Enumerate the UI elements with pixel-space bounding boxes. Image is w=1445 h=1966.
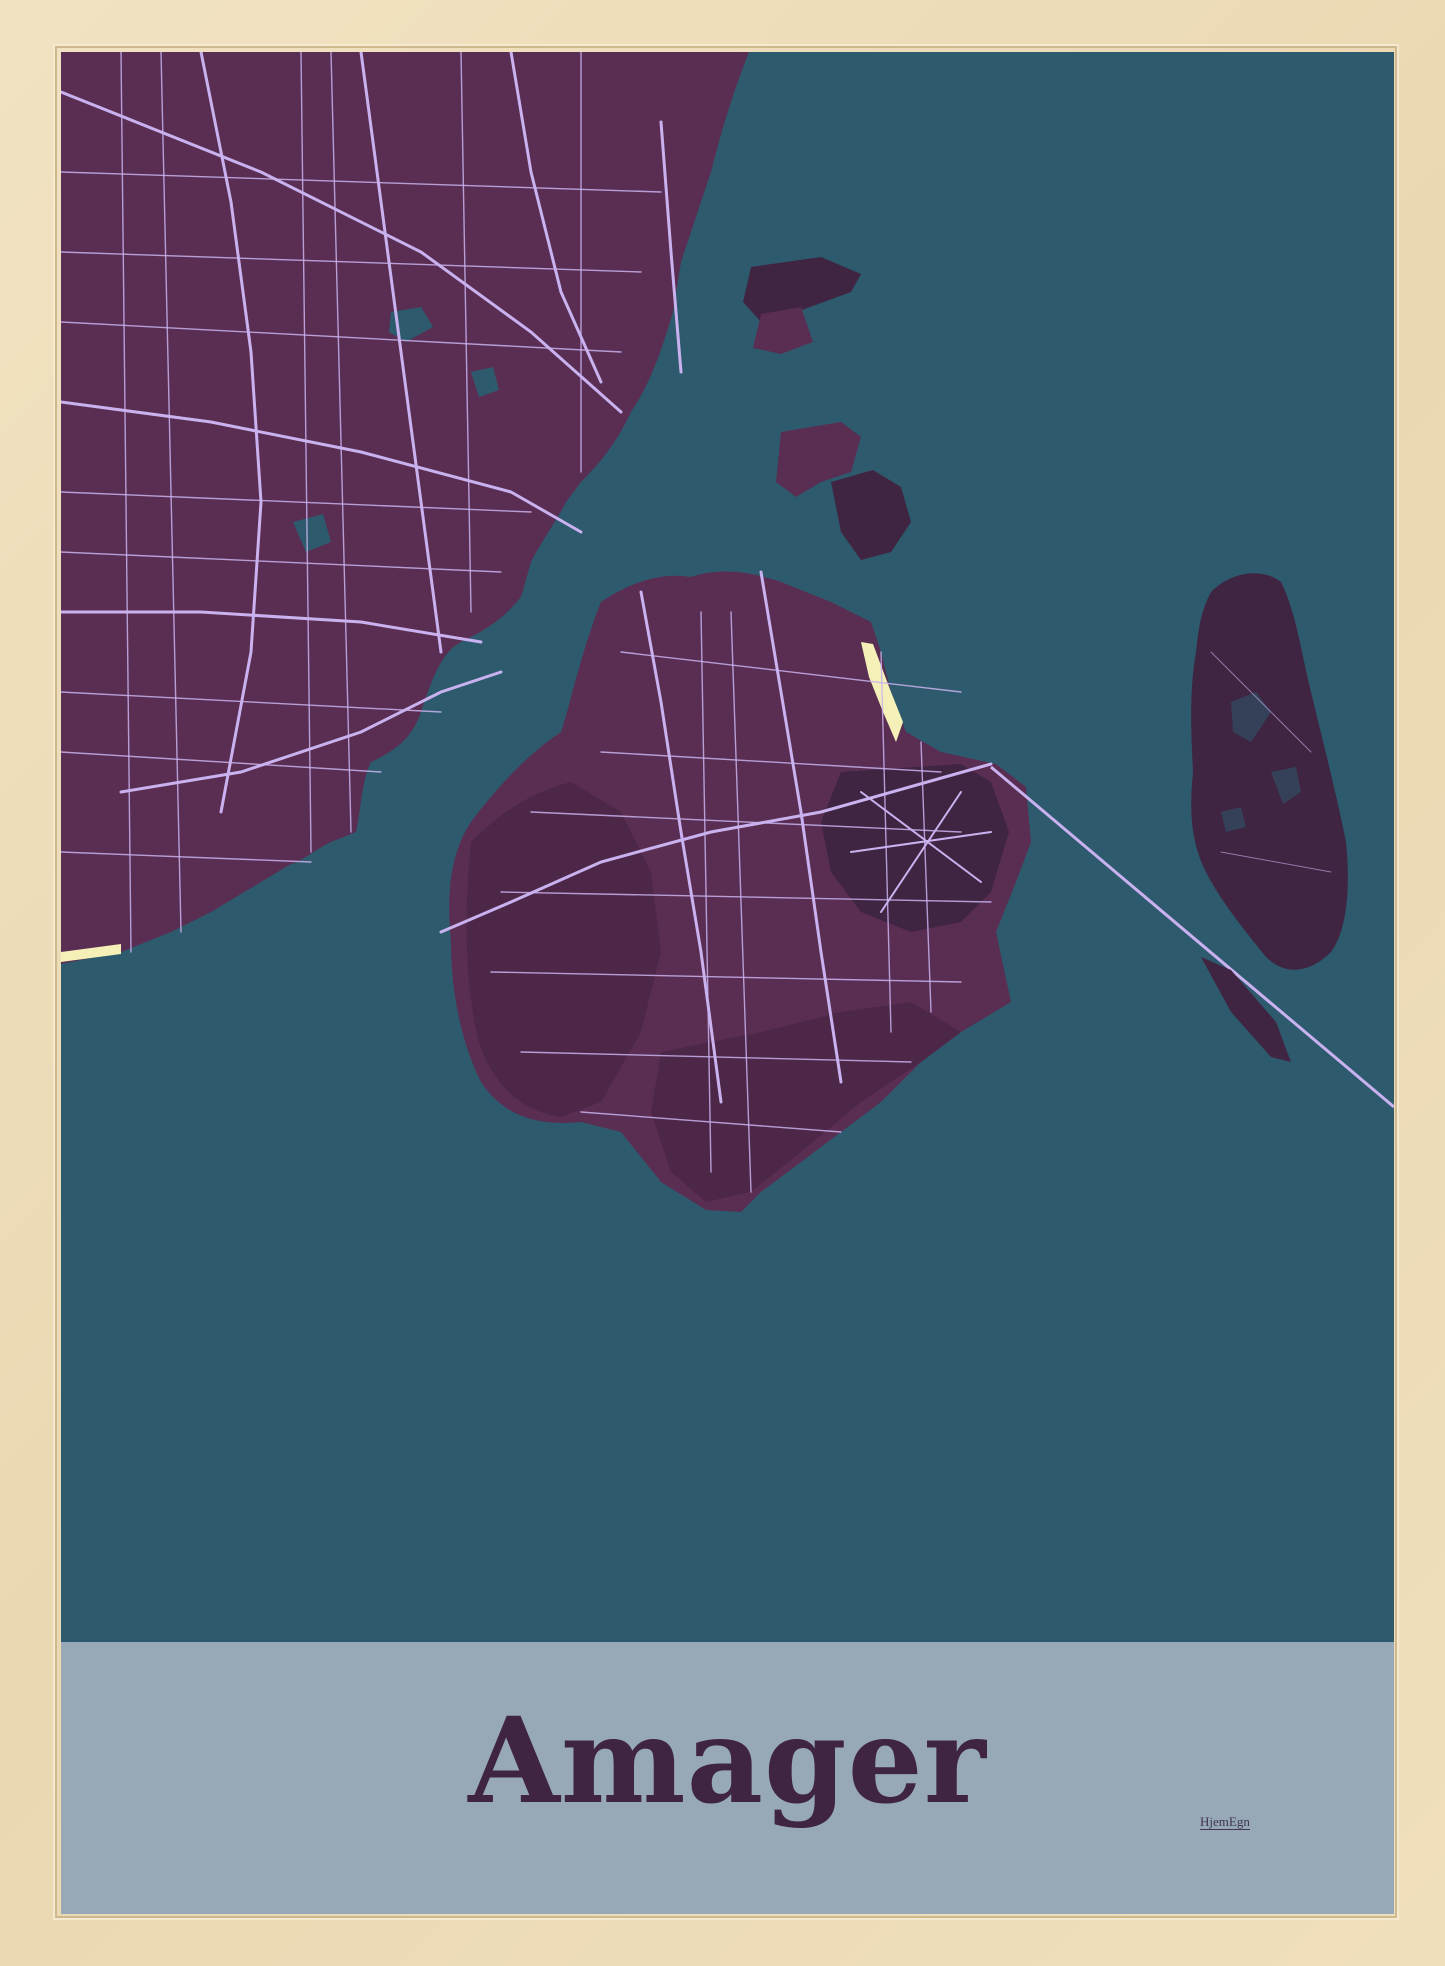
wooden-frame: Amager HjemEgn (0, 0, 1445, 1966)
title-panel: Amager HjemEgn (61, 1642, 1394, 1914)
map-poster: Amager HjemEgn (61, 52, 1394, 1914)
city-map (61, 52, 1394, 1642)
brand-logo: HjemEgn (1200, 1814, 1250, 1831)
poster-title: Amager (468, 1691, 987, 1830)
